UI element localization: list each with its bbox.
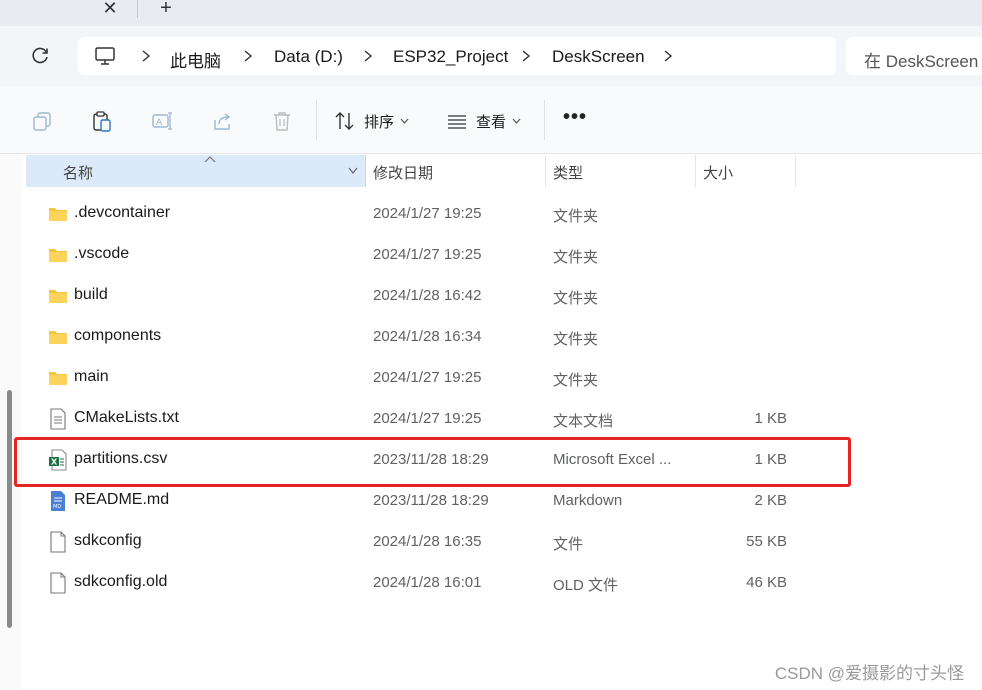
file-modified-date: 2023/11/28 18:29 [373, 492, 489, 509]
file-name: CMakeLists.txt [74, 409, 179, 426]
chevron-right-icon[interactable] [140, 49, 152, 63]
folder-icon [48, 367, 68, 389]
file-size: 1 KB [754, 410, 787, 427]
file-modified-date: 2024/1/27 19:25 [373, 410, 482, 427]
tab-divider [137, 0, 138, 18]
file-type: 文件夹 [553, 372, 599, 389]
file-type: Markdown [553, 492, 623, 509]
file-row[interactable]: main 2024/1/27 19:25 文件夹 [26, 357, 856, 398]
chevron-down-icon [400, 118, 409, 124]
sort-icon [335, 112, 354, 130]
file-name: main [74, 368, 109, 385]
column-header-type[interactable]: 类型 [546, 155, 696, 187]
refresh-icon[interactable] [28, 44, 52, 68]
file-size: 46 KB [746, 574, 787, 591]
share-icon[interactable] [211, 110, 233, 132]
toolbar-separator [316, 100, 317, 140]
file-modified-date: 2024/1/28 16:01 [373, 574, 482, 591]
command-bar: A 排序 查看 ••• [0, 86, 982, 154]
address-bar[interactable]: 此电脑 Data (D:) ESP32_Project DeskScreen [78, 37, 836, 75]
file-type: 文件夹 [553, 208, 599, 225]
copy-icon[interactable] [31, 110, 53, 132]
folder-icon [48, 203, 68, 225]
chevron-down-icon [512, 118, 521, 124]
svg-text:A: A [156, 118, 163, 128]
this-pc-icon[interactable] [94, 46, 116, 66]
file-row[interactable]: components 2024/1/28 16:34 文件夹 [26, 316, 856, 357]
close-tab-icon[interactable]: ✕ [98, 0, 122, 18]
column-header-size-label: 大小 [703, 165, 734, 182]
delete-icon[interactable] [271, 110, 293, 132]
file-row[interactable]: sdkconfig 2024/1/28 16:35 文件 55 KB [26, 521, 856, 562]
file-name: .vscode [74, 245, 130, 262]
breadcrumb-deskscreen[interactable]: DeskScreen [552, 47, 645, 67]
breadcrumb-data-drive[interactable]: Data (D:) [274, 47, 343, 67]
file-size: 2 KB [754, 492, 787, 509]
address-row: 此电脑 Data (D:) ESP32_Project DeskScreen 在… [0, 26, 982, 86]
chevron-right-icon[interactable] [362, 49, 374, 63]
chevron-right-icon[interactable] [662, 49, 674, 63]
toolbar-separator [544, 100, 545, 140]
folder-icon [48, 326, 68, 348]
tab-strip: ✕ + [0, 0, 982, 26]
file-size: 55 KB [746, 533, 787, 550]
file-name: components [74, 327, 162, 344]
file-row[interactable]: sdkconfig.old 2024/1/28 16:01 OLD 文件 46 KB [26, 562, 856, 603]
column-header-type-label: 类型 [553, 165, 584, 182]
view-button[interactable]: 查看 [446, 108, 521, 134]
svg-text:MD: MD [53, 504, 61, 510]
file-modified-date: 2024/1/27 19:25 [373, 246, 482, 263]
chevron-right-icon[interactable] [242, 49, 254, 63]
file-type: 文本文档 [553, 413, 614, 430]
file-type: 文件夹 [553, 290, 599, 307]
search-placeholder: 在 DeskScreen [864, 52, 979, 71]
column-header-size[interactable]: 大小 [696, 155, 796, 187]
file-name: build [74, 286, 108, 303]
file-modified-date: 2024/1/28 16:34 [373, 328, 482, 345]
breadcrumb-esp32-project[interactable]: ESP32_Project [393, 47, 508, 67]
new-tab-icon[interactable]: + [152, 0, 180, 18]
column-header-date[interactable]: 修改日期 [366, 155, 546, 187]
file-modified-date: 2024/1/28 16:35 [373, 533, 482, 550]
sort-button[interactable]: 排序 [334, 108, 409, 134]
file-type: 文件夹 [553, 249, 599, 266]
file-type: 文件 [553, 536, 584, 553]
watermark: CSDN @爱摄影的寸头怪 [774, 664, 964, 683]
search-input[interactable]: 在 DeskScreen [846, 37, 982, 75]
column-header-name-label: 名称 [63, 165, 94, 182]
breadcrumb-this-pc[interactable]: 此电脑 [170, 47, 221, 72]
file-name: sdkconfig.old [74, 573, 168, 590]
file-type: 文件夹 [553, 331, 599, 348]
file-row[interactable]: .devcontainer 2024/1/27 19:25 文件夹 [26, 193, 856, 234]
more-options-icon[interactable]: ••• [563, 107, 587, 132]
file-modified-date: 2024/1/28 16:42 [373, 287, 482, 304]
file-name: .devcontainer [74, 204, 171, 221]
file-name: README.md [74, 491, 170, 508]
folder-icon [48, 244, 68, 266]
view-list-icon [448, 115, 466, 129]
nav-pane-scrollbar[interactable] [7, 390, 12, 628]
sort-ascending-icon [204, 156, 216, 163]
markdown-file-icon: MD [48, 490, 68, 512]
column-header-name[interactable]: 名称 [26, 155, 366, 187]
file-row[interactable]: .vscode 2024/1/27 19:25 文件夹 [26, 234, 856, 275]
file-row[interactable]: build 2024/1/28 16:42 文件夹 [26, 275, 856, 316]
column-header-date-label: 修改日期 [373, 165, 434, 182]
chevron-down-icon[interactable] [348, 167, 358, 174]
highlight-box [14, 437, 851, 487]
view-label: 查看 [476, 113, 507, 131]
file-modified-date: 2024/1/27 19:25 [373, 205, 482, 222]
file-icon [48, 531, 68, 553]
file-row[interactable]: CMakeLists.txt 2024/1/27 19:25 文本文档 1 KB [26, 398, 856, 439]
folder-icon [48, 285, 68, 307]
file-icon [48, 572, 68, 594]
sort-label: 排序 [364, 113, 395, 131]
text-file-icon [48, 408, 68, 430]
rename-icon[interactable]: A [151, 110, 173, 132]
chevron-right-icon[interactable] [520, 49, 532, 63]
file-type: OLD 文件 [553, 577, 619, 594]
file-modified-date: 2024/1/27 19:25 [373, 369, 482, 386]
file-name: sdkconfig [74, 532, 142, 549]
paste-icon[interactable] [91, 110, 113, 132]
